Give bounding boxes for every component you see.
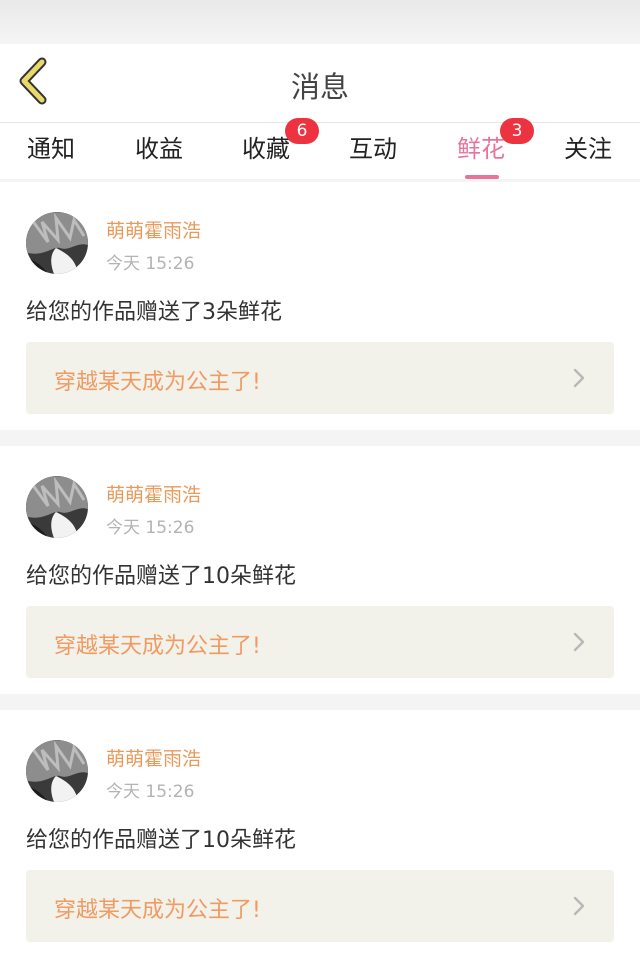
header: 消息: [0, 44, 640, 123]
tab-label: 鲜花: [457, 135, 505, 163]
work-link[interactable]: 穿越某天成为公主了!: [26, 870, 614, 942]
tab-earnings[interactable]: 收益: [109, 131, 209, 175]
message-time: 今天 15:26: [106, 782, 195, 802]
chevron-right-icon: [573, 896, 585, 916]
chevron-right-icon: [573, 632, 585, 652]
tab-bar: 通知 收益 收藏 6 互动 鲜花 3 关注: [0, 118, 640, 179]
tab-notifications[interactable]: 通知: [1, 131, 101, 175]
message-card: 萌萌霍雨浩 今天 15:26 给您的作品赠送了10朵鲜花 穿越某天成为公主了!: [0, 710, 640, 958]
work-title: 穿越某天成为公主了!: [54, 898, 261, 923]
work-title: 穿越某天成为公主了!: [54, 634, 261, 659]
message-text: 给您的作品赠送了3朵鲜花: [26, 300, 282, 325]
tab-label: 通知: [27, 135, 75, 163]
tab-badge-favorites: 6: [285, 118, 319, 144]
tab-interactions[interactable]: 互动: [323, 131, 423, 175]
avatar[interactable]: [26, 740, 88, 802]
tab-badge-flowers: 3: [500, 118, 534, 144]
avatar-image: [26, 740, 88, 802]
work-title: 穿越某天成为公主了!: [54, 370, 261, 395]
avatar-image: [26, 212, 88, 274]
tab-label: 互动: [349, 135, 397, 163]
tab-label: 关注: [564, 135, 612, 163]
sender-name[interactable]: 萌萌霍雨浩: [106, 744, 201, 771]
avatar[interactable]: [26, 476, 88, 538]
avatar-image: [26, 476, 88, 538]
chevron-right-icon: [573, 368, 585, 388]
tab-follows[interactable]: 关注: [538, 131, 638, 175]
status-bar: [0, 0, 640, 44]
sender-name[interactable]: 萌萌霍雨浩: [106, 480, 201, 507]
tab-label: 收益: [135, 135, 183, 163]
message-text: 给您的作品赠送了10朵鲜花: [26, 564, 296, 589]
avatar[interactable]: [26, 212, 88, 274]
message-card: 萌萌霍雨浩 今天 15:26 给您的作品赠送了10朵鲜花 穿越某天成为公主了!: [0, 446, 640, 694]
message-card: 萌萌霍雨浩 今天 15:26 给您的作品赠送了3朵鲜花 穿越某天成为公主了!: [0, 182, 640, 430]
page-title: 消息: [290, 70, 349, 104]
tab-flowers[interactable]: 鲜花 3: [431, 118, 534, 179]
message-time: 今天 15:26: [106, 254, 195, 274]
sender-name[interactable]: 萌萌霍雨浩: [106, 216, 201, 243]
active-tab-indicator: [465, 175, 499, 179]
message-time: 今天 15:26: [106, 518, 195, 538]
message-text: 给您的作品赠送了10朵鲜花: [26, 828, 296, 853]
tab-favorites[interactable]: 收藏 6: [216, 118, 319, 175]
work-link[interactable]: 穿越某天成为公主了!: [26, 606, 614, 678]
work-link[interactable]: 穿越某天成为公主了!: [26, 342, 614, 414]
tab-label: 收藏: [242, 135, 290, 163]
